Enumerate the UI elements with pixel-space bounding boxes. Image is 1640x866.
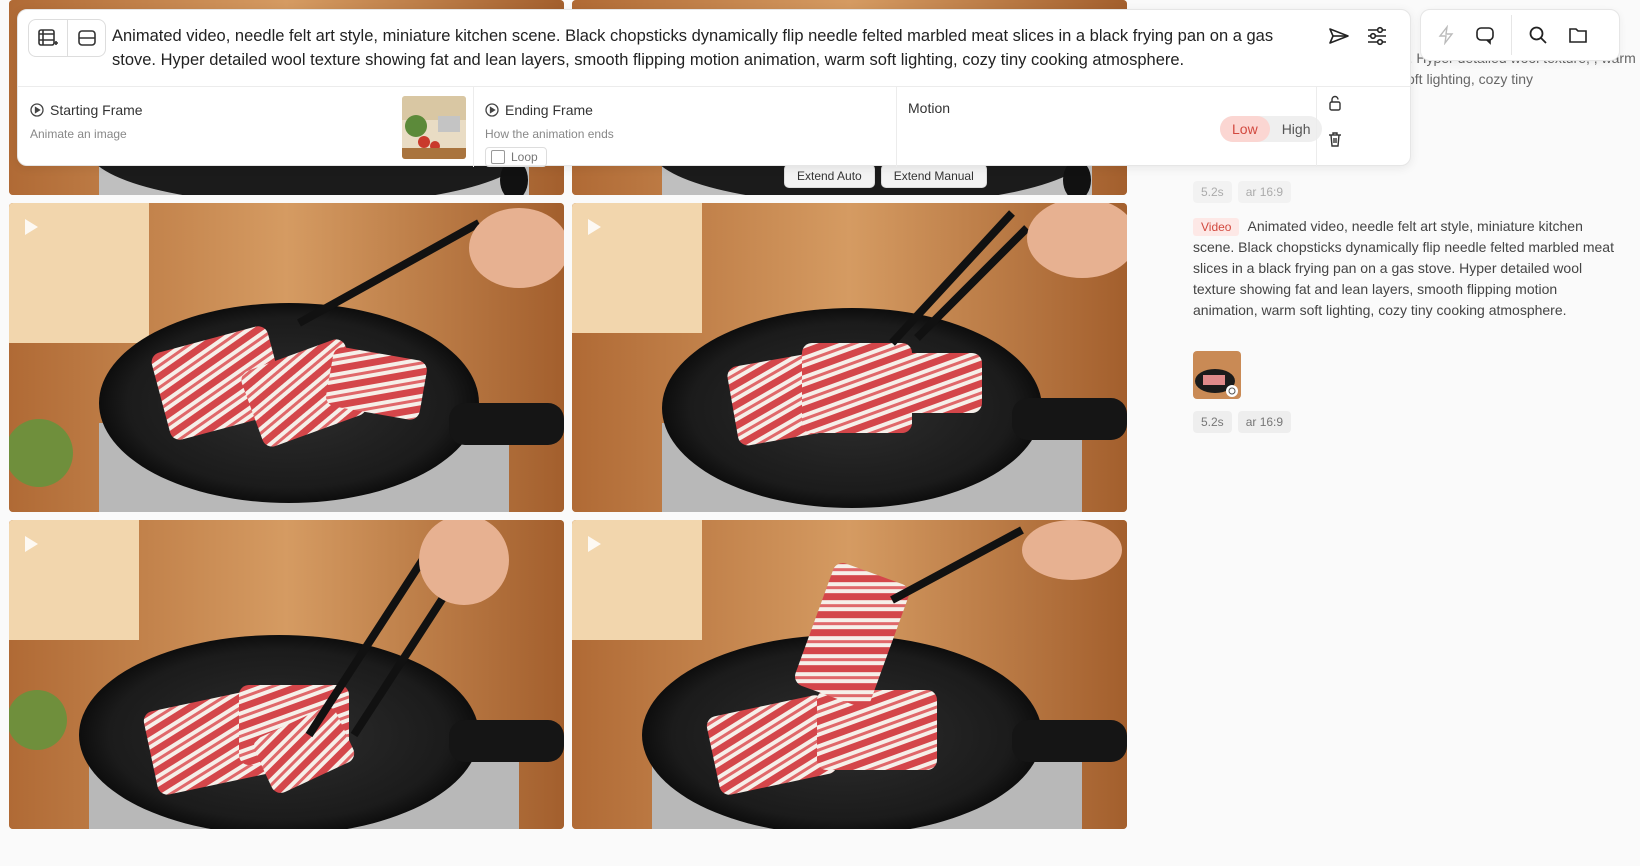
duration-chip: 5.2s xyxy=(1193,411,1232,433)
starting-frame-section[interactable]: Starting Frame Animate an image xyxy=(18,87,473,167)
extend-manual-button[interactable]: Extend Manual xyxy=(880,164,987,188)
bolt-icon[interactable] xyxy=(1437,25,1455,45)
video-thumbnail[interactable] xyxy=(9,203,564,512)
extend-auto-button[interactable]: Extend Auto xyxy=(784,164,875,188)
loop-toggle[interactable]: Loop xyxy=(485,147,547,167)
search-icon[interactable] xyxy=(1528,25,1548,45)
toolbar-divider xyxy=(1511,15,1512,55)
unlock-icon[interactable] xyxy=(1327,95,1343,111)
loop-label: Loop xyxy=(511,150,538,164)
play-circle-icon xyxy=(30,103,44,117)
ending-frame-subtitle: How the animation ends xyxy=(485,127,614,141)
folder-icon[interactable] xyxy=(1568,26,1588,44)
section-divider xyxy=(1316,87,1317,167)
starting-frame-subtitle: Animate an image xyxy=(30,127,127,141)
motion-toggle: Low High xyxy=(1220,116,1323,142)
prompt-panel: Animated video, needle felt art style, m… xyxy=(17,9,1411,167)
frame-toggle-icon[interactable] xyxy=(67,20,105,56)
play-icon[interactable] xyxy=(25,219,38,235)
ending-frame-section[interactable]: Ending Frame How the animation ends Loop xyxy=(473,87,896,167)
aspect-ratio-chip: ar 16:9 xyxy=(1237,411,1292,433)
prompt-input[interactable]: Animated video, needle felt art style, m… xyxy=(112,24,1292,72)
play-circle-icon xyxy=(485,103,499,117)
video-badge: Video xyxy=(1193,218,1240,236)
loop-checkbox[interactable] xyxy=(491,150,505,164)
video-thumbnail[interactable] xyxy=(9,520,564,829)
history-thumbnail[interactable] xyxy=(1193,351,1241,399)
extend-controls: Extend Auto Extend Manual xyxy=(784,164,987,188)
duration-chip: 5.2s xyxy=(1193,181,1232,203)
chat-icon[interactable] xyxy=(1475,25,1495,45)
starting-frame-title: Starting Frame xyxy=(30,102,143,118)
sliders-icon[interactable] xyxy=(1366,26,1388,46)
trash-icon[interactable] xyxy=(1327,131,1343,147)
aspect-ratio-chip: ar 16:9 xyxy=(1237,181,1292,203)
play-icon[interactable] xyxy=(588,219,601,235)
send-icon[interactable] xyxy=(1328,26,1350,46)
add-frame-icon[interactable] xyxy=(29,20,67,56)
motion-title: Motion xyxy=(908,100,951,116)
play-icon[interactable] xyxy=(588,536,601,552)
motion-high-option[interactable]: High xyxy=(1270,116,1323,142)
play-icon[interactable] xyxy=(25,536,38,552)
history-entry-text: Animated video, needle felt art style, m… xyxy=(1193,218,1614,318)
motion-section: Motion Low High xyxy=(896,87,1323,167)
ending-frame-title: Ending Frame xyxy=(485,102,593,118)
top-toolbar xyxy=(1420,9,1620,61)
history-entry[interactable]: Video Animated video, needle felt art sty… xyxy=(1193,216,1618,321)
frame-mode-switch xyxy=(28,19,106,57)
previous-entry-chips: 5.2s ar 16:9 xyxy=(1193,181,1292,203)
starting-frame-image[interactable] xyxy=(402,96,466,159)
video-thumbnail[interactable] xyxy=(572,203,1127,512)
history-entry-chips: 5.2s ar 16:9 xyxy=(1193,411,1292,433)
motion-low-option[interactable]: Low xyxy=(1220,116,1270,142)
video-thumbnail[interactable] xyxy=(572,520,1127,829)
